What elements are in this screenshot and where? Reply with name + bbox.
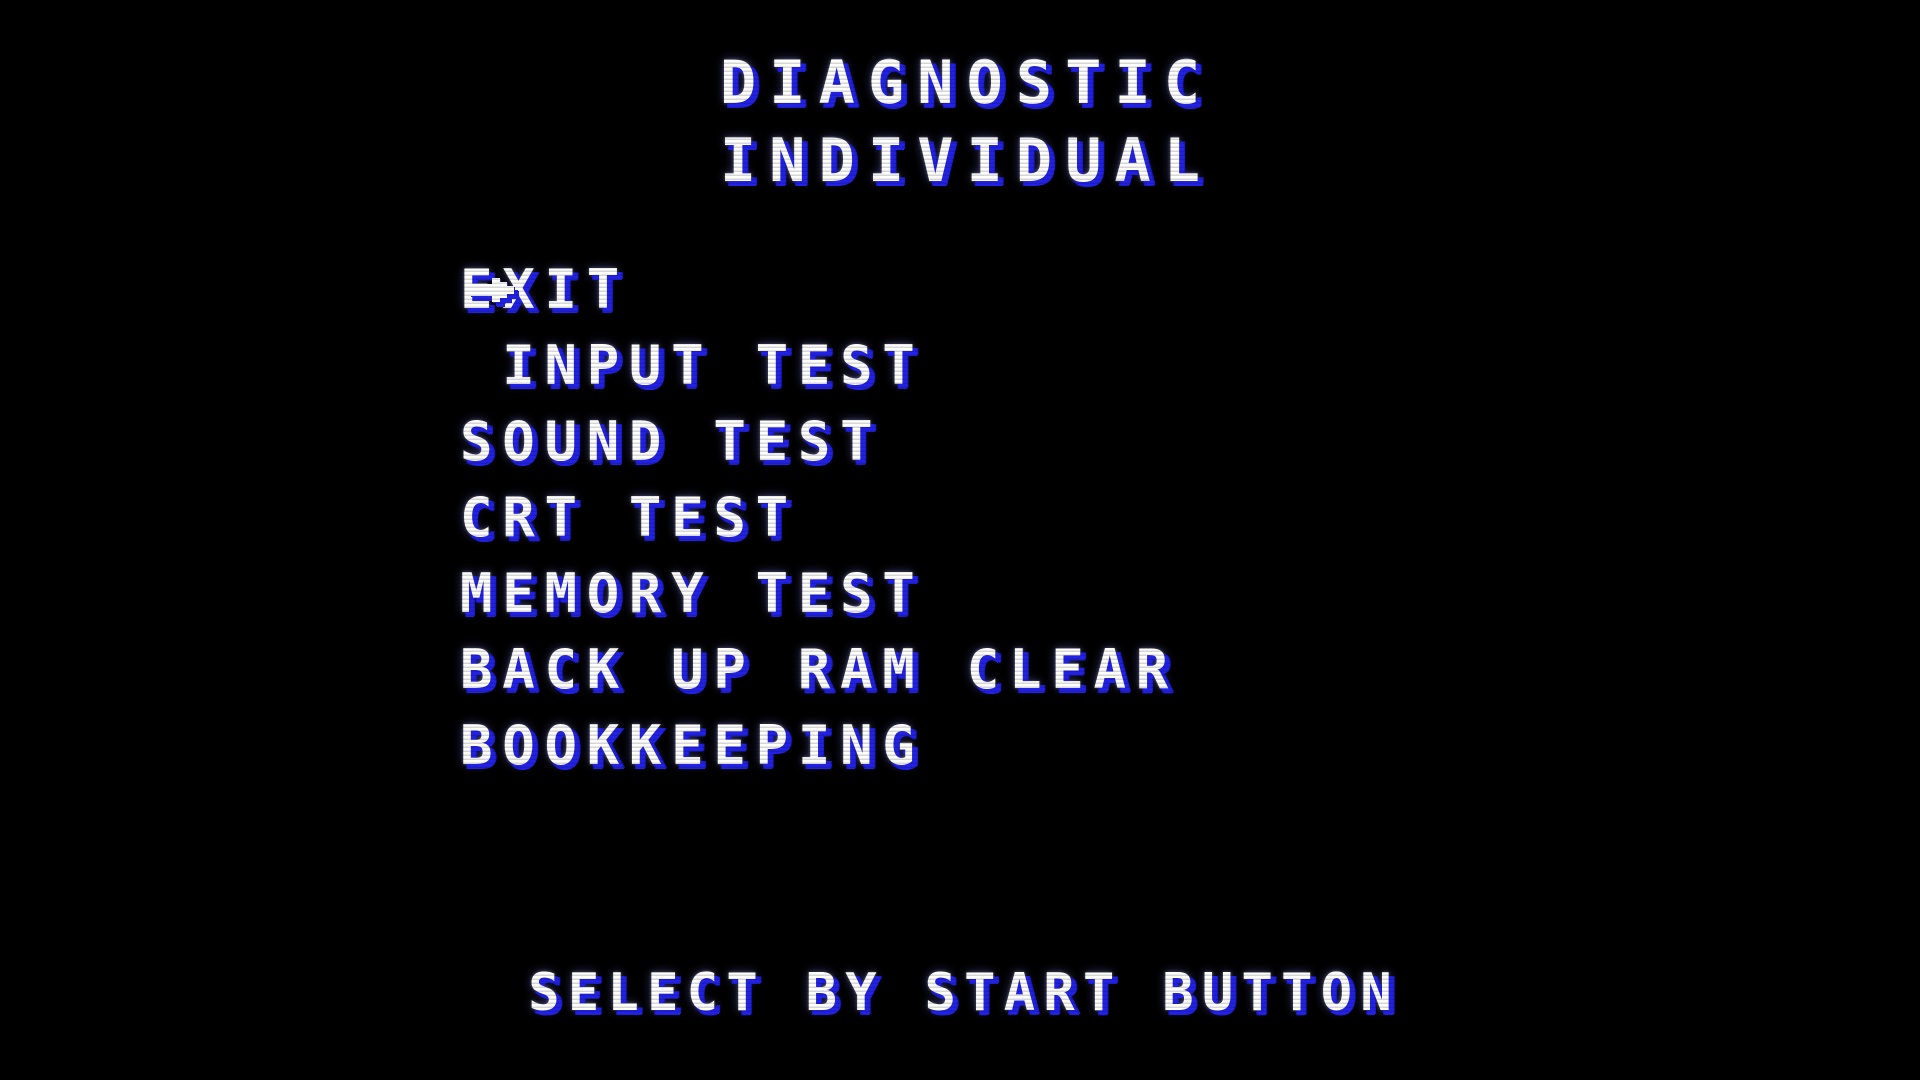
menu-item-back-up-ram-clear[interactable]: BACK UP RAM CLEAR — [0, 632, 1920, 708]
page-title-primary: DIAGNOSTIC — [719, 48, 1214, 118]
menu-item-memory-test[interactable]: MEMORY TEST — [0, 556, 1920, 632]
cursor-slot — [470, 632, 530, 708]
title-block: DIAGNOSTIC INDIVIDUAL — [0, 44, 1920, 200]
menu-item-input-test[interactable]: INPUT TEST — [0, 328, 1920, 404]
cursor-slot — [470, 708, 530, 784]
page-title-secondary: INDIVIDUAL — [719, 126, 1214, 196]
menu-item-crt-test[interactable]: CRT TEST — [0, 480, 1920, 556]
footer-hint-block: SELECT BY START BUTTON — [0, 960, 1920, 1026]
menu-item-label: BACK UP RAM CLEAR — [460, 638, 1178, 701]
arrow-right-icon — [470, 271, 516, 309]
menu-item-bookkeeping[interactable]: BOOKKEEPING — [0, 708, 1920, 784]
diagnostic-menu-screen: DIAGNOSTIC INDIVIDUAL EXIT INPUT TEST SO… — [0, 0, 1920, 1080]
menu-item-exit[interactable]: EXIT — [0, 252, 1920, 328]
cursor-slot — [470, 480, 530, 556]
menu-list: EXIT INPUT TEST SOUND TEST CRT TEST MEMO… — [0, 252, 1920, 784]
cursor-slot — [470, 252, 530, 328]
cursor-slot — [470, 328, 530, 404]
footer-hint-text: SELECT BY START BUTTON — [528, 963, 1401, 1023]
cursor-slot — [470, 556, 530, 632]
cursor-slot — [470, 404, 530, 480]
menu-item-sound-test[interactable]: SOUND TEST — [0, 404, 1920, 480]
